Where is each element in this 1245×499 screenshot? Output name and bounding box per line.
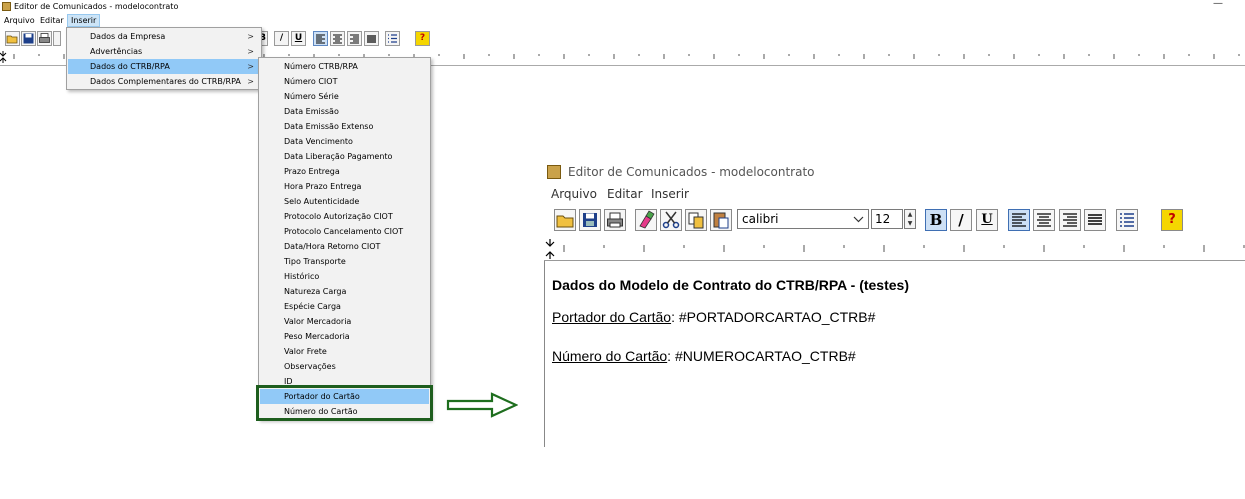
submenu-arrow-icon: > [247,77,254,86]
stepper-down-icon[interactable]: ▼ [905,219,915,228]
submenu-item[interactable]: Observações [260,359,429,374]
list-icon[interactable] [1116,209,1138,231]
align-left-icon[interactable] [1008,209,1030,231]
submenu-item[interactable]: Protocolo Autorização CIOT [260,209,429,224]
submenu-item[interactable]: Valor Mercadoria [260,314,429,329]
small-window-title: Editor de Comunicados - modelocontrato [14,2,179,11]
align-center-icon[interactable] [330,31,345,46]
menu-item-dados-complementares[interactable]: Dados Complementares do CTRB/RPA > [68,74,260,89]
submenu-item[interactable]: Hora Prazo Entrega [260,179,429,194]
document-line-numero: Número do Cartão: #NUMEROCARTAO_CTRB# [552,348,856,364]
field-label: Número do Cartão [552,348,668,364]
large-window: Editor de Comunicados - modelocontrato A… [544,160,1245,447]
underline-button[interactable]: U [976,209,998,231]
submenu-item[interactable]: Tipo Transporte [260,254,429,269]
app-icon [2,2,11,11]
print-icon[interactable] [604,209,626,231]
underline-button[interactable]: U [291,31,306,46]
bold-button[interactable]: B [925,209,947,231]
callout-highlight-box [256,385,433,421]
large-window-titlebar: Editor de Comunicados - modelocontrato [544,160,1245,184]
large-menubar: Arquivo Editar Inserir [544,184,1245,204]
field-label: Portador do Cartão [552,309,672,325]
menu-item-advertencias[interactable]: Advertências > [68,44,260,59]
font-size-field[interactable]: 12 [871,209,903,229]
submenu-item[interactable]: Número CIOT [260,74,429,89]
submenu-item[interactable]: Selo Autenticidade [260,194,429,209]
submenu-item[interactable]: Data Liberação Pagamento [260,149,429,164]
submenu-item[interactable]: Data/Hora Retorno CIOT [260,239,429,254]
help-button[interactable]: ? [415,31,430,46]
submenu-arrow-icon: > [247,62,254,71]
menu-item-dados-da-empresa[interactable]: Dados da Empresa > [68,29,260,44]
submenu-arrow-icon: > [247,47,254,56]
align-justify-icon[interactable] [1084,209,1106,231]
help-button[interactable]: ? [1161,209,1183,231]
list-icon[interactable] [385,31,400,46]
menu-arquivo[interactable]: Arquivo [1,14,38,27]
eraser-icon[interactable] [53,31,61,46]
italic-button[interactable]: / [950,209,972,231]
ctrb-submenu: Número CTRB/RPA Número CIOT Número Série… [258,57,431,420]
align-right-icon[interactable] [347,31,362,46]
align-left-icon[interactable] [313,31,328,46]
align-right-icon[interactable] [1059,209,1081,231]
paste-icon[interactable] [710,209,732,231]
large-window-title: Editor de Comunicados - modelocontrato [568,165,815,179]
submenu-arrow-icon: > [247,32,254,41]
stepper-up-icon[interactable]: ▲ [905,210,915,219]
submenu-item[interactable]: Data Emissão [260,104,429,119]
small-window-titlebar: Editor de Comunicados - modelocontrato — [0,0,1245,14]
save-icon[interactable] [579,209,601,231]
menu-arquivo[interactable]: Arquivo [551,184,597,204]
document-heading: Dados do Modelo de Contrato do CTRB/RPA … [552,277,909,293]
font-size-stepper[interactable]: ▲ ▼ [904,209,916,229]
submenu-item[interactable]: Data Emissão Extenso [260,119,429,134]
menu-inserir[interactable]: Inserir [67,14,101,27]
app-icon [547,165,561,179]
submenu-item[interactable]: Prazo Entrega [260,164,429,179]
copy-icon[interactable] [685,209,707,231]
menu-editar[interactable]: Editar [37,14,67,27]
submenu-item[interactable]: Espécie Carga [260,299,429,314]
submenu-item[interactable]: Natureza Carga [260,284,429,299]
submenu-item[interactable]: Data Vencimento [260,134,429,149]
callout-arrow-icon [446,392,519,422]
submenu-item[interactable]: Peso Mercadoria [260,329,429,344]
field-value: : #NUMEROCARTAO_CTRB# [667,348,856,364]
small-menubar: Arquivo Editar Inserir [0,14,1245,27]
large-ruler[interactable] [544,238,1245,261]
menu-inserir[interactable]: Inserir [651,184,689,204]
open-icon[interactable] [5,31,20,46]
chevron-down-icon [853,210,864,234]
submenu-item[interactable]: Protocolo Cancelamento CIOT [260,224,429,239]
print-icon[interactable] [37,31,52,46]
document-editor[interactable]: Dados do Modelo de Contrato do CTRB/RPA … [544,261,1245,447]
align-justify-icon[interactable] [364,31,379,46]
field-value: : #PORTADORCARTAO_CTRB# [671,309,876,325]
menu-item-dados-ctrb-rpa[interactable]: Dados do CTRB/RPA > [68,59,260,74]
eraser-icon[interactable] [635,209,657,231]
open-icon[interactable] [554,209,576,231]
align-center-icon[interactable] [1033,209,1055,231]
inserir-dropdown: Dados da Empresa > Advertências > Dados … [66,27,262,90]
document-line-portador: Portador do Cartão: #PORTADORCARTAO_CTRB… [552,309,875,325]
cut-icon[interactable] [660,209,682,231]
submenu-item[interactable]: Número CTRB/RPA [260,59,429,74]
submenu-item[interactable]: Valor Frete [260,344,429,359]
submenu-item[interactable]: Histórico [260,269,429,284]
menu-editar[interactable]: Editar [607,184,643,204]
large-toolbar: calibri 12 ▲ ▼ B / U ? [544,206,1245,236]
save-icon[interactable] [21,31,36,46]
submenu-item[interactable]: Número Série [260,89,429,104]
italic-button[interactable]: / [274,31,289,46]
minimize-button[interactable]: — [1213,0,1223,11]
font-family-select[interactable]: calibri [737,209,869,229]
